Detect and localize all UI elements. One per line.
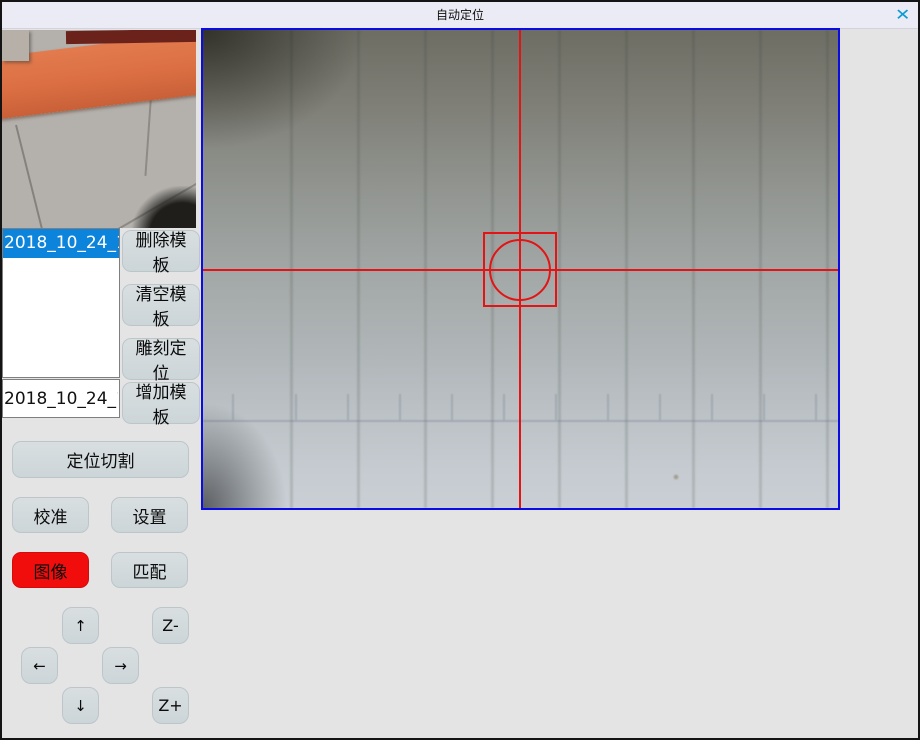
- position-cut-button[interactable]: 定位切割: [12, 441, 189, 478]
- jog-left-button[interactable]: ←: [21, 647, 58, 684]
- settings-button[interactable]: 设置: [111, 497, 188, 533]
- target-circle: [489, 239, 551, 301]
- close-icon[interactable]: ✕: [895, 2, 910, 28]
- jog-up-button[interactable]: ↑: [62, 607, 99, 644]
- window-title: 自动定位: [2, 2, 918, 28]
- clear-template-button[interactable]: 清空模板: [122, 284, 200, 326]
- jog-right-button[interactable]: →: [102, 647, 139, 684]
- list-item[interactable]: 2018_10_24_11: [3, 229, 119, 258]
- template-list[interactable]: 2018_10_24_11: [2, 228, 120, 378]
- camera-feed: [203, 30, 838, 508]
- camera-view[interactable]: [201, 28, 840, 510]
- template-thumbnail[interactable]: [2, 30, 196, 228]
- tile-grout-line: [15, 125, 49, 228]
- z-plus-button[interactable]: Z+: [152, 687, 189, 724]
- template-name-input[interactable]: [2, 379, 120, 418]
- z-minus-button[interactable]: Z-: [152, 607, 189, 644]
- image-button[interactable]: 图像: [12, 552, 89, 588]
- match-button[interactable]: 匹配: [111, 552, 188, 588]
- auto-position-window: 自动定位 ✕ 2018_10_24_11 删除模板 清空模板 雕刻定位 增加模板…: [0, 0, 920, 740]
- engrave-position-button[interactable]: 雕刻定位: [122, 338, 200, 380]
- dark-wood-strip: [66, 30, 196, 44]
- add-template-button[interactable]: 增加模板: [122, 382, 200, 424]
- dark-object: [132, 186, 196, 228]
- orange-wood-bar: [2, 30, 196, 120]
- jog-down-button[interactable]: ↓: [62, 687, 99, 724]
- titlebar: 自动定位 ✕: [2, 2, 918, 29]
- calibrate-button[interactable]: 校准: [12, 497, 89, 533]
- gray-corner-patch: [2, 30, 29, 61]
- delete-template-button[interactable]: 删除模板: [122, 230, 200, 272]
